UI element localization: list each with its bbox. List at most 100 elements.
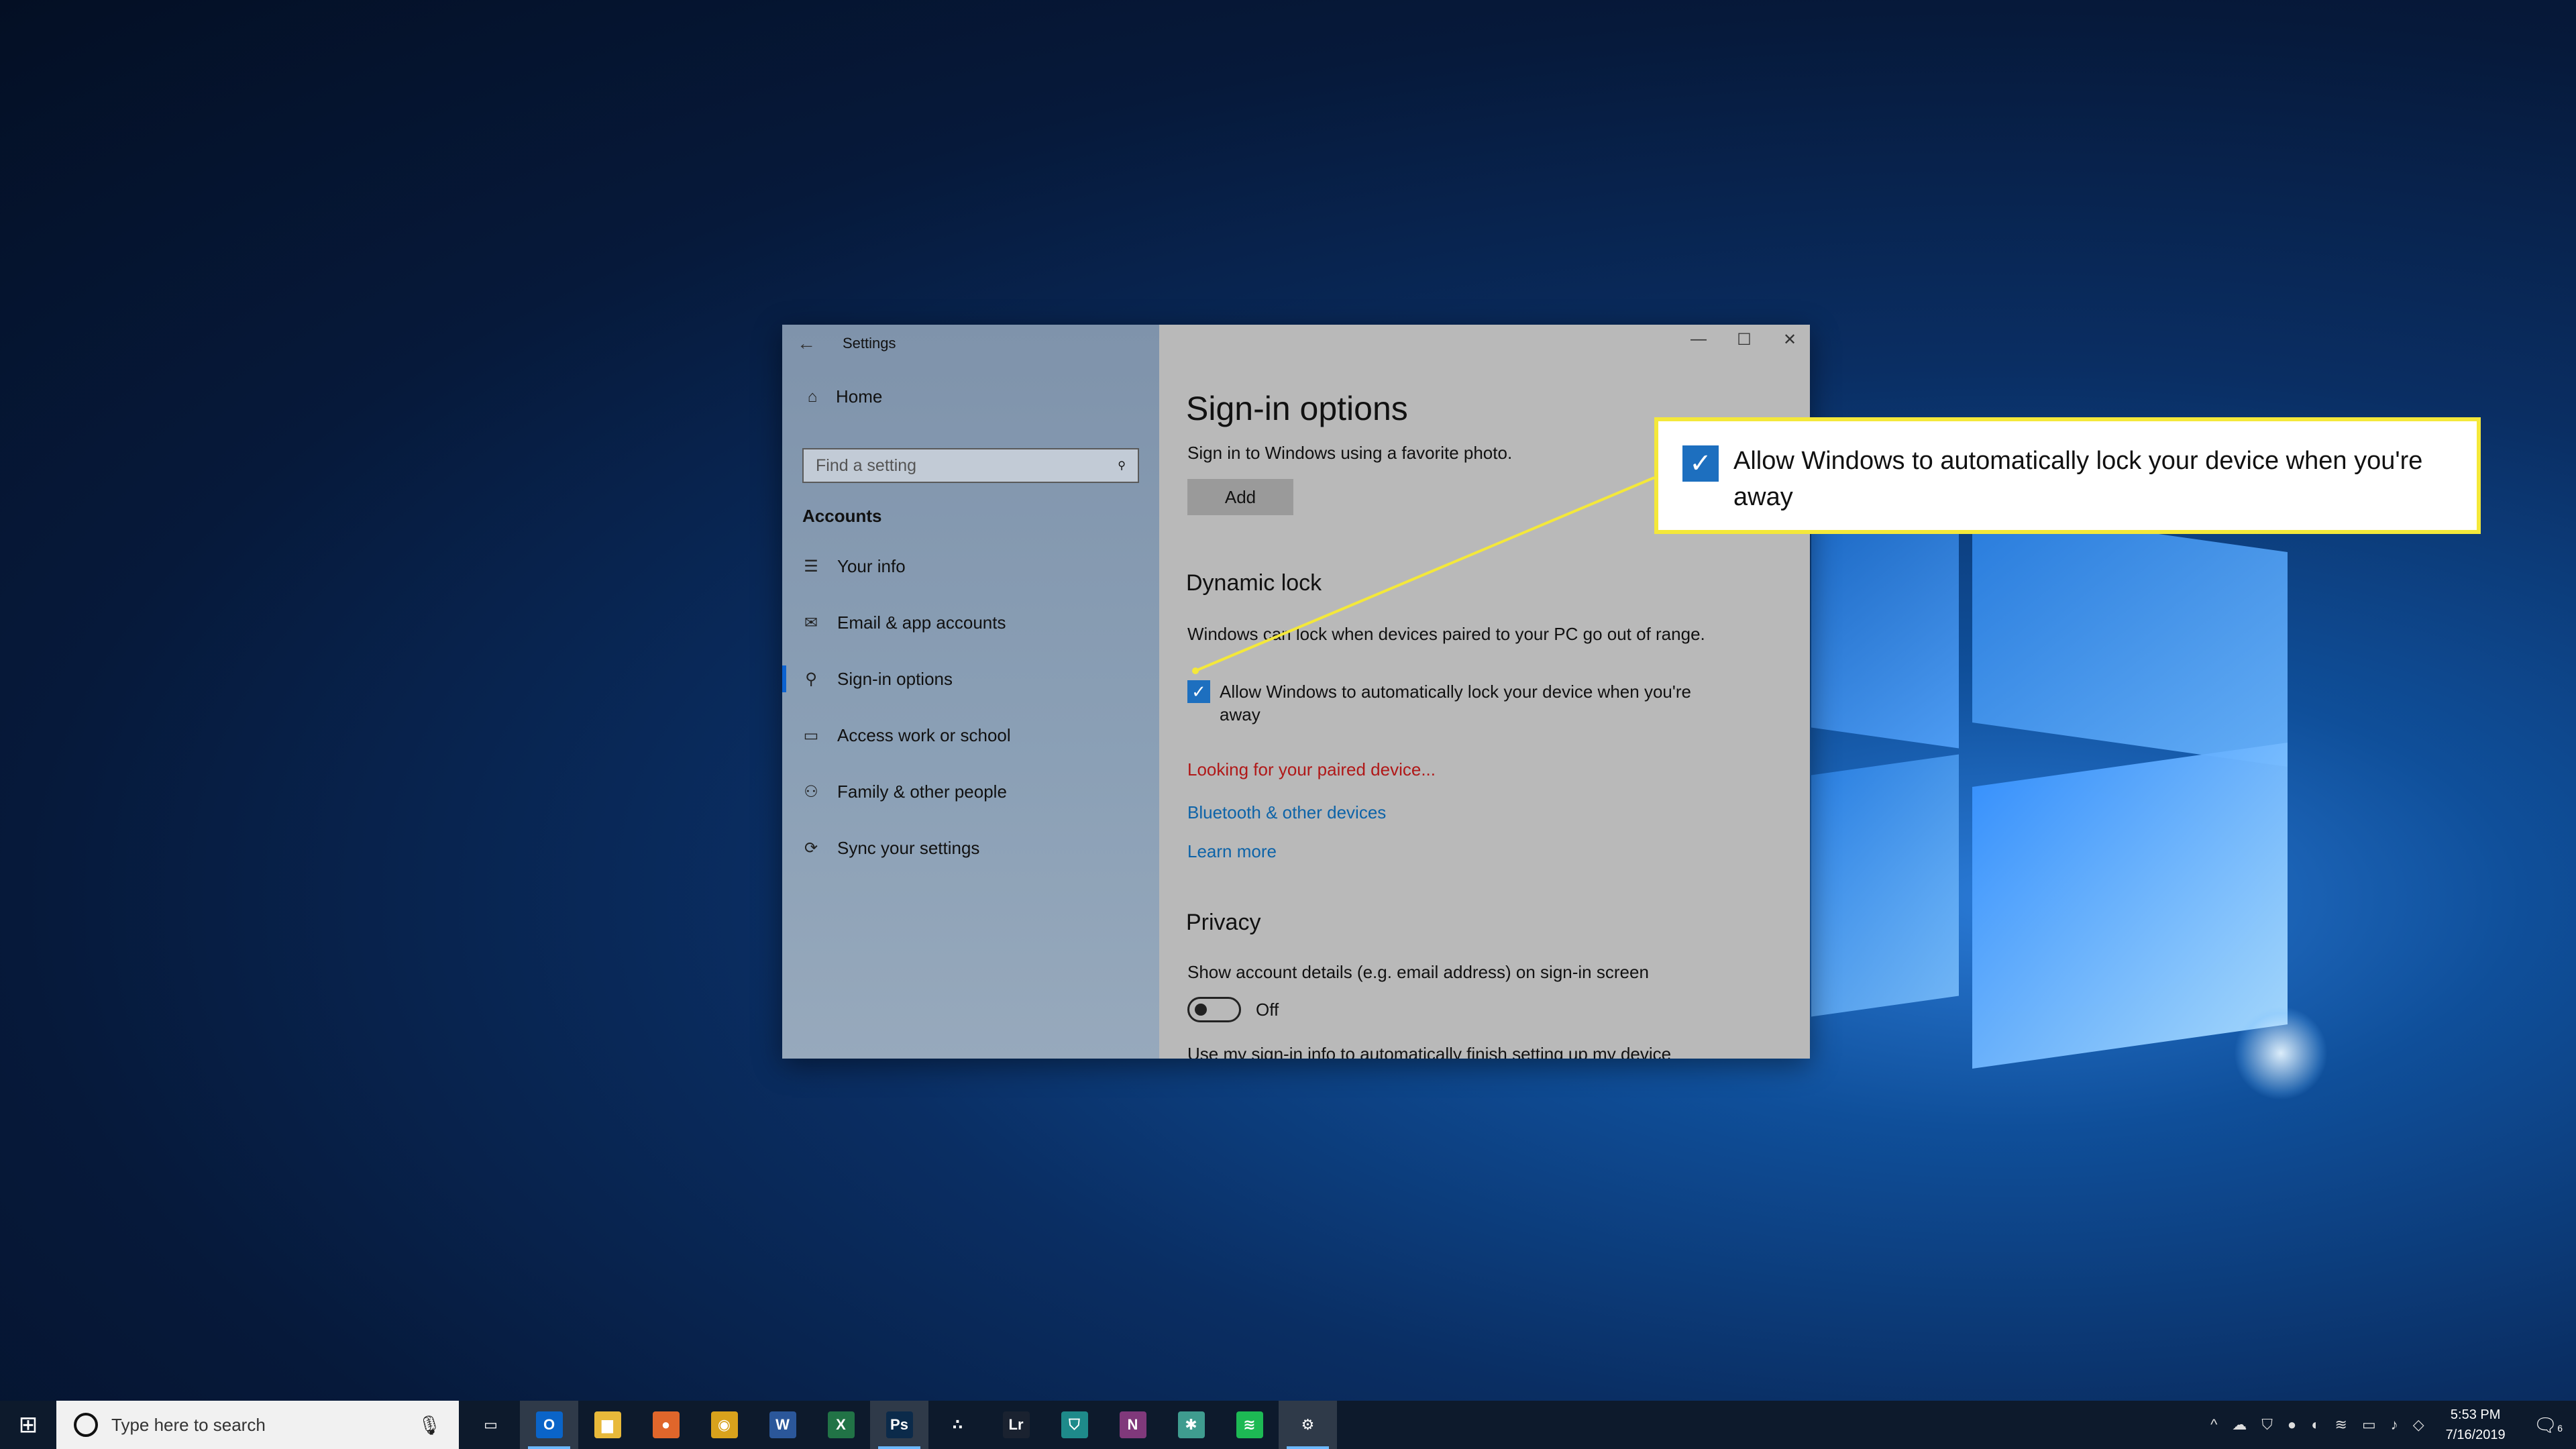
dynamic-lock-heading: Dynamic lock	[1186, 570, 1322, 596]
account-details-toggle[interactable]	[1187, 997, 1241, 1022]
sidebar-item-label: Email & app accounts	[837, 612, 1006, 633]
taskbar-app-firefox[interactable]: ●	[637, 1401, 695, 1449]
taskbar-app-spotify[interactable]: ≋	[1220, 1401, 1279, 1449]
section-title: Accounts	[802, 506, 882, 526]
chrome-icon: ◉	[710, 1411, 738, 1438]
sidebar-item-your-info[interactable]: ☰ Your info	[782, 538, 1159, 594]
system-tray: ^ ☁ ⛉ ● ◐ ≋ ▭ ♪ ◇ 5:53 PM 7/16/2019 🗨︎6	[2210, 1401, 2576, 1449]
sidebar-item-family[interactable]: ⚇ Family & other people	[782, 763, 1159, 820]
callout-checkbox: ✓	[1682, 445, 1719, 482]
shield-tray-icon[interactable]: ⛉	[2261, 1416, 2273, 1434]
settings-gear-icon: ⚙	[1301, 1416, 1315, 1433]
bluetooth-devices-link[interactable]: Bluetooth & other devices	[1187, 802, 1386, 823]
taskbar-app-photoshop[interactable]: Ps	[870, 1401, 928, 1449]
file-explorer-icon: ▆	[594, 1411, 621, 1438]
taskbar-app-sonos[interactable]: ∴	[928, 1401, 987, 1449]
taskbar-app-task-view[interactable]: ▭	[462, 1401, 520, 1449]
dynamic-lock-checkbox-row[interactable]: ✓ Allow Windows to automatically lock yo…	[1187, 680, 1711, 726]
taskbar-app-excel[interactable]: X	[812, 1401, 870, 1449]
cortana-icon[interactable]	[74, 1413, 98, 1437]
accounts-nav: ☰ Your info ✉ Email & app accounts ⚲ Sig…	[782, 538, 1159, 876]
volume-icon[interactable]: ♪	[2391, 1416, 2398, 1434]
photoshop-icon: Ps	[885, 1411, 913, 1438]
sidebar-item-label: Sync your settings	[837, 837, 980, 858]
zoom-callout: ✓ Allow Windows to automatically lock yo…	[1654, 417, 2481, 534]
learn-more-link[interactable]: Learn more	[1187, 841, 1277, 862]
close-button[interactable]: ✕	[1779, 330, 1801, 350]
taskbar-app-word[interactable]: W	[753, 1401, 812, 1449]
sidebar-item-label: Your info	[837, 555, 906, 576]
wallpaper-logo-pane	[1972, 742, 2288, 1069]
home-label: Home	[836, 386, 883, 407]
clock-date: 7/16/2019	[2445, 1428, 2506, 1442]
briefcase-icon: ▭	[803, 726, 819, 745]
callout-text: Allow Windows to automatically lock your…	[1733, 447, 2423, 511]
taskbar-app-outlook[interactable]: O	[520, 1401, 578, 1449]
status-dot-icon[interactable]: ●	[2288, 1416, 2296, 1434]
add-picture-password-button[interactable]: Add	[1187, 479, 1293, 515]
task-view-icon: ▭	[484, 1416, 498, 1433]
paired-device-status: Looking for your paired device...	[1187, 759, 1436, 780]
page-title: Sign-in options	[1186, 390, 1408, 427]
security-icon: ⛉	[1061, 1411, 1088, 1438]
titlebar: ← Settings	[797, 333, 896, 354]
lightroom-icon: Lr	[1002, 1411, 1030, 1438]
slack-icon: ✱	[1177, 1411, 1205, 1438]
firefox-icon: ●	[652, 1411, 680, 1438]
minimize-button[interactable]: —	[1688, 330, 1709, 350]
start-button[interactable]: ⊞	[0, 1401, 56, 1449]
onedrive-icon[interactable]: ☁	[2232, 1416, 2247, 1434]
taskbar-app-settings-gear[interactable]: ⚙	[1279, 1401, 1337, 1449]
system-clock[interactable]: 5:53 PM 7/16/2019	[2446, 1405, 2506, 1445]
settings-sidebar: ← Settings ⌂ Home ⚲ Accounts ☰ Your info…	[782, 325, 1159, 1059]
sidebar-item-label: Family & other people	[837, 781, 1007, 802]
privacy-heading: Privacy	[1186, 910, 1261, 935]
taskbar-app-security[interactable]: ⛉	[1045, 1401, 1104, 1449]
taskbar-app-lightroom[interactable]: Lr	[987, 1401, 1045, 1449]
taskbar-app-file-explorer[interactable]: ▆	[578, 1401, 637, 1449]
word-icon: W	[769, 1411, 796, 1438]
clock-time: 5:53 PM	[2450, 1407, 2501, 1422]
battery-icon[interactable]: ▭	[2362, 1416, 2376, 1434]
person-icon: ⚇	[804, 782, 818, 801]
show-hidden-icons-icon[interactable]: ^	[2210, 1416, 2217, 1434]
taskbar-app-onenote[interactable]: N	[1104, 1401, 1162, 1449]
search-icon[interactable]: ⚲	[1118, 459, 1126, 472]
dropbox-icon[interactable]: ◇	[2413, 1416, 2424, 1434]
sidebar-item-access-work[interactable]: ▭ Access work or school	[782, 707, 1159, 763]
dynamic-lock-checkbox[interactable]: ✓	[1187, 680, 1210, 703]
person-card-icon: ☰	[804, 557, 818, 576]
taskbar-search-box[interactable]: 🎙︎	[56, 1401, 459, 1449]
wallpaper-logo-pane	[1811, 754, 1959, 1017]
action-center-icon[interactable]: 🗨︎6	[2534, 1414, 2563, 1436]
settings-search-box[interactable]: ⚲	[802, 448, 1139, 483]
email-icon: ✉	[804, 613, 818, 632]
key-icon: ⚲	[805, 669, 817, 688]
wallpaper-glow	[2234, 1006, 2328, 1100]
sidebar-item-sync[interactable]: ⟳ Sync your settings	[782, 820, 1159, 876]
windows-logo-icon: ⊞	[18, 1412, 38, 1438]
dynamic-lock-description: Windows can lock when devices paired to …	[1187, 624, 1705, 644]
sonos-icon: ∴	[952, 1416, 963, 1433]
notification-count: 6	[2557, 1422, 2563, 1434]
settings-search-input[interactable]	[816, 455, 1118, 476]
sign-in-info-setting-partial: Use my sign-in info to automatically fin…	[1187, 1044, 1672, 1059]
home-nav-item[interactable]: ⌂ Home	[802, 386, 883, 407]
sidebar-item-email-accounts[interactable]: ✉ Email & app accounts	[782, 594, 1159, 651]
window-controls: — ☐ ✕	[1688, 330, 1801, 350]
taskbar-app-chrome[interactable]: ◉	[695, 1401, 753, 1449]
sidebar-item-label: Sign-in options	[837, 668, 953, 689]
wallpaper-logo-pane	[1972, 507, 2288, 767]
wifi-icon[interactable]: ≋	[2335, 1416, 2347, 1434]
taskbar-app-slack[interactable]: ✱	[1162, 1401, 1220, 1449]
dynamic-lock-checkbox-label: Allow Windows to automatically lock your…	[1220, 682, 1691, 724]
sync-icon: ⟳	[804, 839, 818, 857]
outlook-icon: O	[535, 1411, 563, 1438]
sidebar-item-sign-in-options[interactable]: ⚲ Sign-in options	[782, 651, 1159, 707]
maximize-button[interactable]: ☐	[1733, 330, 1755, 350]
steam-icon[interactable]: ◐	[2311, 1416, 2320, 1434]
microphone-icon[interactable]: 🎙︎	[417, 1414, 441, 1436]
back-arrow-icon[interactable]: ←	[797, 333, 816, 354]
wallpaper-logo-pane	[1811, 513, 1959, 749]
taskbar-search-input[interactable]	[111, 1414, 405, 1436]
